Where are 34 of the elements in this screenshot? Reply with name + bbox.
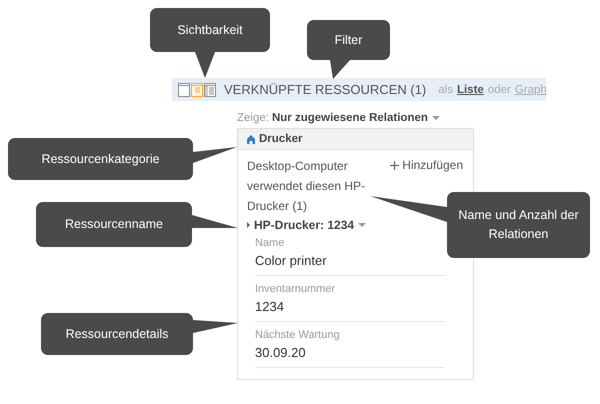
plus-icon xyxy=(390,160,400,170)
callout: Ressourcenkategorie xyxy=(8,138,193,180)
callout-pointer xyxy=(193,147,237,163)
field-value: 30.09.20 xyxy=(255,344,307,362)
relation-text: Desktop-Computer verwendet diesen HP-Drucker (1) xyxy=(247,158,366,215)
separator-text: oder xyxy=(488,84,511,96)
display-label: als xyxy=(438,84,453,96)
section-title: VERKNÜPFTE RESSOURCEN (1) xyxy=(224,82,426,97)
field-label: Nächste Wartung xyxy=(255,328,341,343)
view-mode-icon[interactable] xyxy=(191,82,203,96)
resource-name[interactable]: HP-Drucker: 1234 xyxy=(254,218,354,232)
view-mode-icon[interactable] xyxy=(178,82,190,96)
caret-icon[interactable] xyxy=(358,223,366,227)
view-link[interactable]: Liste xyxy=(456,84,484,96)
callout: Ressourcenname xyxy=(36,202,192,247)
field-value: 1234 xyxy=(255,298,285,316)
callout: Ressourcendetails xyxy=(41,313,193,355)
filter-label: Zeige: xyxy=(237,112,269,124)
category-header: Drucker xyxy=(238,129,473,150)
caret-icon xyxy=(432,116,440,120)
house-icon xyxy=(247,134,255,144)
view-mode-icon[interactable] xyxy=(204,82,216,96)
field-label: Inventarnummer xyxy=(255,282,336,297)
callout-pointer xyxy=(192,215,238,228)
callout-pointer xyxy=(193,320,238,333)
callout: Name und Anzahl der Relationen xyxy=(447,192,590,258)
field-label: Name xyxy=(255,236,286,251)
callout-pointer xyxy=(195,52,215,78)
filter-dropdown[interactable]: Nur zugewiesene Relationen xyxy=(272,112,440,124)
callout-pointer xyxy=(330,60,350,79)
add-button[interactable]: Hinzufügen xyxy=(390,158,463,172)
field-value: Color printer xyxy=(255,252,328,270)
expand-icon[interactable] xyxy=(247,222,250,228)
callout: Sichtbarkeit xyxy=(150,8,270,52)
